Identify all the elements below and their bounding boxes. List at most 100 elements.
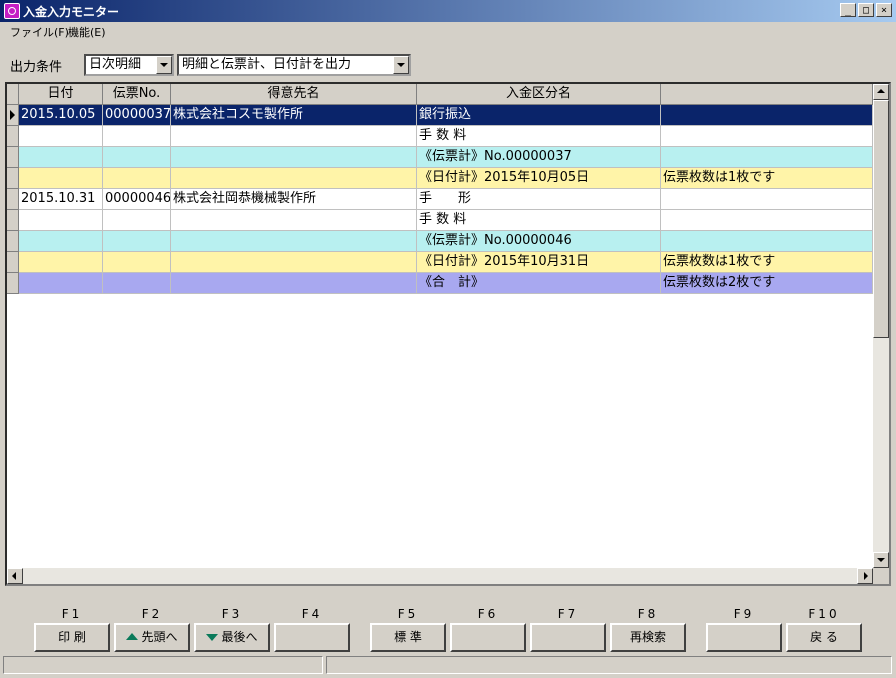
table-row[interactable]: 手 数 料 <box>7 210 873 231</box>
cell-note[interactable]: 伝票枚数は2枚です <box>661 273 873 294</box>
fkey-button-f3[interactable]: 最後へ <box>194 623 270 652</box>
table-row[interactable]: 2015.10.05 00000037 株式会社コスモ製作所 銀行振込 <box>7 105 873 126</box>
cell-customer[interactable] <box>171 147 417 168</box>
cell-note[interactable] <box>661 231 873 252</box>
fkey-button-f4[interactable] <box>274 623 350 652</box>
fkey-button-f1[interactable]: 印 刷 <box>34 623 110 652</box>
fkey-label-f10: F10 <box>808 607 840 621</box>
status-pane-1 <box>3 656 323 674</box>
maximize-button[interactable]: □ <box>858 3 874 17</box>
horizontal-scrollbar[interactable] <box>7 568 873 584</box>
cell-date[interactable]: 2015.10.31 <box>19 189 103 210</box>
row-selector[interactable] <box>7 210 19 231</box>
output-select[interactable]: 明細と伝票計、日付計を出力 <box>177 54 411 76</box>
cell-payment-type[interactable]: 銀行振込 <box>417 105 661 126</box>
cell-note[interactable]: 伝票枚数は1枚です <box>661 252 873 273</box>
row-selector-current[interactable] <box>7 105 19 126</box>
row-selector[interactable] <box>7 273 19 294</box>
cell-slip-no[interactable]: 00000046 <box>103 189 171 210</box>
cell-slip-no[interactable] <box>103 126 171 147</box>
fkey-button-f7[interactable] <box>530 623 606 652</box>
cell-note[interactable] <box>661 189 873 210</box>
cell-customer[interactable] <box>171 252 417 273</box>
fkey-button-f8[interactable]: 再検索 <box>610 623 686 652</box>
cell-slip-no[interactable]: 00000037 <box>103 105 171 126</box>
fkey-button-f6[interactable] <box>450 623 526 652</box>
scroll-left-button[interactable] <box>7 568 23 584</box>
table-row[interactable]: 《日付計》2015年10月31日 伝票枚数は1枚です <box>7 252 873 273</box>
minimize-button[interactable]: _ <box>840 3 856 17</box>
col-header-date[interactable]: 日付 <box>19 84 103 105</box>
cell-payment-type[interactable]: 《伝票計》No.00000037 <box>417 147 661 168</box>
table-row[interactable]: 《伝票計》No.00000037 <box>7 147 873 168</box>
fkey-label-f8: F8 <box>637 607 659 621</box>
scroll-up-button[interactable] <box>873 84 889 100</box>
cell-date[interactable] <box>19 252 103 273</box>
cell-customer[interactable]: 株式会社コスモ製作所 <box>171 105 417 126</box>
table-row[interactable]: 《伝票計》No.00000046 <box>7 231 873 252</box>
row-selector[interactable] <box>7 147 19 168</box>
fkey-button-f9[interactable] <box>706 623 782 652</box>
scroll-thumb-vertical[interactable] <box>873 100 889 338</box>
chevron-down-icon[interactable] <box>393 56 409 74</box>
col-header-customer[interactable]: 得意先名 <box>171 84 417 105</box>
row-selector[interactable] <box>7 168 19 189</box>
menu-file[interactable]: ファイル(F) <box>10 24 69 40</box>
fkey-button-label: 再検索 <box>629 630 666 644</box>
cell-slip-no[interactable] <box>103 168 171 189</box>
scroll-down-button[interactable] <box>873 552 889 568</box>
cell-date[interactable] <box>19 147 103 168</box>
cell-payment-type[interactable]: 《合 計》 <box>417 273 661 294</box>
vertical-scrollbar[interactable] <box>873 84 889 568</box>
cell-note[interactable] <box>661 210 873 231</box>
scroll-right-button[interactable] <box>857 568 873 584</box>
cell-date[interactable] <box>19 273 103 294</box>
cell-payment-type[interactable]: 《日付計》2015年10月05日 <box>417 168 661 189</box>
table-row[interactable]: 手 数 料 <box>7 126 873 147</box>
cell-note[interactable] <box>661 126 873 147</box>
cell-customer[interactable] <box>171 273 417 294</box>
cell-slip-no[interactable] <box>103 231 171 252</box>
chevron-down-icon[interactable] <box>156 56 172 74</box>
cell-customer[interactable] <box>171 231 417 252</box>
table-row[interactable]: 《日付計》2015年10月05日 伝票枚数は1枚です <box>7 168 873 189</box>
fkey-button-f5[interactable]: 標 準 <box>370 623 446 652</box>
row-selector[interactable] <box>7 231 19 252</box>
mode-select[interactable]: 日次明細 <box>84 54 174 76</box>
close-button[interactable]: × <box>876 3 892 17</box>
row-selector[interactable] <box>7 126 19 147</box>
cell-slip-no[interactable] <box>103 273 171 294</box>
cell-payment-type[interactable]: 手 数 料 <box>417 210 661 231</box>
cell-payment-type[interactable]: 手 形 <box>417 189 661 210</box>
cell-date[interactable] <box>19 126 103 147</box>
cell-payment-type[interactable]: 《伝票計》No.00000046 <box>417 231 661 252</box>
data-grid[interactable]: 日付 伝票No. 得意先名 入金区分名 2015.10.05 00000037 株式… <box>5 82 891 586</box>
cell-note[interactable]: 伝票枚数は1枚です <box>661 168 873 189</box>
row-selector[interactable] <box>7 189 19 210</box>
cell-note[interactable] <box>661 105 873 126</box>
cell-date[interactable] <box>19 168 103 189</box>
cell-customer[interactable] <box>171 126 417 147</box>
cell-payment-type[interactable]: 《日付計》2015年10月31日 <box>417 252 661 273</box>
cell-customer[interactable] <box>171 210 417 231</box>
cell-slip-no[interactable] <box>103 252 171 273</box>
table-row[interactable]: 2015.10.31 00000046 株式会社岡恭機械製作所手 形 <box>7 189 873 210</box>
fkey-button-f10[interactable]: 戻 る <box>786 623 862 652</box>
row-selector[interactable] <box>7 252 19 273</box>
cell-date[interactable]: 2015.10.05 <box>19 105 103 126</box>
col-header-note[interactable] <box>661 84 873 105</box>
cell-slip-no[interactable] <box>103 147 171 168</box>
menu-function[interactable]: 機能(E) <box>68 24 106 40</box>
cell-payment-type[interactable]: 手 数 料 <box>417 126 661 147</box>
cell-date[interactable] <box>19 231 103 252</box>
col-header-slip-no[interactable]: 伝票No. <box>103 84 171 105</box>
cell-slip-no[interactable] <box>103 210 171 231</box>
cell-customer[interactable] <box>171 168 417 189</box>
cell-customer[interactable]: 株式会社岡恭機械製作所 <box>171 189 417 210</box>
col-header-payment-type[interactable]: 入金区分名 <box>417 84 661 105</box>
cell-note[interactable] <box>661 147 873 168</box>
title-bar[interactable]: 入金入力モニター _ □ × <box>0 0 896 22</box>
table-row[interactable]: 《合 計》 伝票枚数は2枚です <box>7 273 873 294</box>
fkey-button-f2[interactable]: 先頭へ <box>114 623 190 652</box>
cell-date[interactable] <box>19 210 103 231</box>
